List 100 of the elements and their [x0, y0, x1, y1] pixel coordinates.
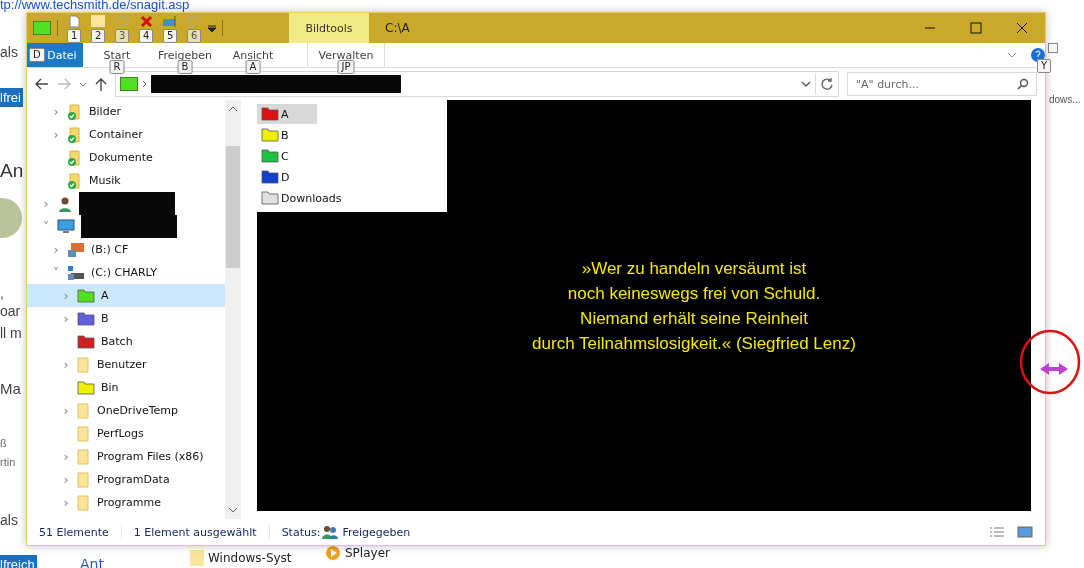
- folder-icon: [77, 425, 91, 442]
- resize-arrow-icon: [1040, 363, 1068, 375]
- key-tip: Y: [1037, 59, 1052, 73]
- expander[interactable]: ˅: [41, 219, 51, 234]
- helpful-button[interactable]: lfrei: [0, 88, 23, 107]
- key-tip: 6: [187, 29, 202, 43]
- tree-item[interactable]: Musik: [27, 169, 225, 192]
- page-text: ,: [0, 285, 4, 301]
- key-tip: 1: [67, 29, 82, 43]
- file-item[interactable]: A: [257, 104, 317, 124]
- folder-icon: [77, 356, 91, 373]
- folder-check-icon: [67, 103, 83, 120]
- tree-item[interactable]: › OneDriveTemp: [27, 399, 225, 422]
- folder-check-icon: [67, 149, 83, 166]
- redo-icon: [187, 14, 201, 28]
- search-icon: [1017, 78, 1029, 90]
- tree-item[interactable]: Dokumente: [27, 146, 225, 169]
- expander[interactable]: ›: [61, 311, 71, 326]
- dropdown-icon[interactable]: [208, 24, 216, 32]
- drive-icon: [67, 264, 85, 281]
- scrollbar-thumb[interactable]: [226, 146, 240, 268]
- maximize-icon: [970, 22, 982, 34]
- address-bar[interactable]: [115, 71, 839, 97]
- chevron-right-icon: [142, 80, 147, 88]
- file-item[interactable]: D: [257, 167, 290, 187]
- folder-icon: [77, 448, 91, 465]
- toolbar-button[interactable]: [88, 14, 108, 28]
- tree-item[interactable]: ˅ (C:) CHARLY: [27, 261, 225, 284]
- up-icon[interactable]: [95, 77, 107, 91]
- folder-icon: [91, 15, 105, 27]
- selection-count: 1 Element ausgewählt: [133, 525, 257, 539]
- undo-icon: [115, 14, 129, 28]
- chevron-down-icon[interactable]: [801, 81, 811, 87]
- tree-item[interactable]: › B: [27, 307, 225, 330]
- tree-item[interactable]: Bin: [27, 376, 225, 399]
- page-text: als: [0, 44, 18, 60]
- tree-item[interactable]: › Programme: [27, 491, 225, 514]
- page-text: Ma: [0, 380, 21, 397]
- expander[interactable]: ›: [51, 104, 61, 119]
- tree-item[interactable]: Batch: [27, 330, 225, 353]
- expander[interactable]: ›: [41, 196, 51, 211]
- folder-icon: [77, 494, 91, 511]
- document-icon: [68, 14, 80, 28]
- tree-item[interactable]: ›: [27, 192, 225, 215]
- chevron-down-icon[interactable]: [79, 81, 87, 87]
- tree-item[interactable]: › (B:) CF: [27, 238, 225, 261]
- forward-icon[interactable]: [57, 78, 71, 90]
- close-icon: [1016, 22, 1028, 34]
- expander[interactable]: ›: [61, 403, 71, 418]
- page-text: ll m: [0, 325, 22, 341]
- file-item[interactable]: Downloads: [257, 188, 342, 208]
- details-view-icon[interactable]: [989, 526, 1005, 538]
- tree-item[interactable]: › Benutzer: [27, 353, 225, 376]
- folder-icon: [77, 288, 95, 303]
- key-tip: 3: [115, 29, 130, 43]
- key-tip: B: [177, 60, 193, 74]
- tree-item[interactable]: › Bilder: [27, 100, 225, 123]
- expander[interactable]: ›: [61, 357, 71, 372]
- back-icon[interactable]: [35, 78, 49, 90]
- tree-item[interactable]: PerfLogs: [27, 422, 225, 445]
- key-tip: 4: [139, 29, 154, 43]
- file-item[interactable]: SPlayer: [325, 545, 390, 561]
- page-text: rtin: [0, 456, 16, 468]
- folder-icon: [77, 402, 91, 419]
- item-count: 51 Elemente: [39, 525, 109, 539]
- thumbnail-view-icon[interactable]: [1017, 526, 1033, 538]
- tree-item[interactable]: › A: [27, 284, 225, 307]
- url-text[interactable]: tp://www.techsmith.de/snagit.asp: [0, 0, 190, 12]
- quote-text: »Wer zu handeln versäumt ist noch keineswegs frei von Schuld. Niemand erhält seine Reinheit durch Teilnahmslosigkeit.« (Siegfried Lenz): [532, 257, 856, 355]
- chevron-down-icon[interactable]: [228, 507, 238, 513]
- folder-icon: [120, 77, 138, 91]
- folder-check-icon: [67, 172, 83, 189]
- expander[interactable]: ›: [51, 127, 61, 142]
- folder-icon: [77, 380, 95, 395]
- checkbox[interactable]: [1048, 43, 1058, 53]
- expander[interactable]: ›: [61, 449, 71, 464]
- tree-item[interactable]: › Container: [27, 123, 225, 146]
- key-tip: 2: [91, 29, 106, 43]
- expander[interactable]: ›: [51, 242, 61, 257]
- tree-item[interactable]: › ProgramData: [27, 468, 225, 491]
- status-value: Freigegeben: [342, 525, 411, 539]
- file-item[interactable]: C: [257, 146, 289, 166]
- tree-item[interactable]: › Program Files (x86): [27, 445, 225, 468]
- folder-icon: [190, 550, 204, 566]
- page-text: als: [0, 512, 18, 528]
- scrollbar[interactable]: [225, 100, 241, 519]
- refresh-icon[interactable]: [820, 77, 834, 91]
- drive-icon: [67, 241, 85, 258]
- search-field[interactable]: "A" durch...: [847, 72, 1037, 96]
- monitor-icon: [57, 218, 75, 235]
- expander[interactable]: ›: [61, 495, 71, 510]
- expander[interactable]: ›: [61, 472, 71, 487]
- folder-icon: [33, 21, 51, 35]
- file-item[interactable]: Windows-Syst: [190, 550, 292, 566]
- file-item[interactable]: B: [257, 125, 289, 145]
- tree-item[interactable]: ˅: [27, 215, 225, 238]
- chevron-up-icon[interactable]: [228, 106, 238, 112]
- page-text: An: [0, 160, 24, 182]
- key-tip: JP: [337, 60, 355, 74]
- expander[interactable]: ˅: [51, 265, 61, 280]
